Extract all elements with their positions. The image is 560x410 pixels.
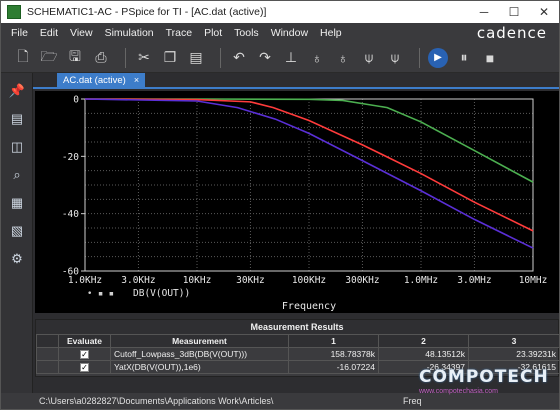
x-tick-label: 300KHz <box>345 275 379 286</box>
document-icon[interactable]: ▤ <box>7 109 27 129</box>
row-handle-header <box>36 334 59 348</box>
menu-file[interactable]: File <box>11 27 28 39</box>
x-tick-label: 1.0KHz <box>68 275 102 286</box>
menu-help[interactable]: Help <box>320 27 342 39</box>
col-evaluate: Evaluate <box>58 334 111 348</box>
col-2: 2 <box>378 334 469 348</box>
paste-icon[interactable]: ▤ <box>186 47 206 69</box>
document-tabs: AC.dat (active) × <box>33 73 559 89</box>
close-button[interactable]: ✕ <box>529 1 559 23</box>
measurement-cell[interactable]: Cutoff_Lowpass_3dB(DB(V(OUT))) <box>110 347 289 361</box>
evaluate-cell: ✓ <box>58 360 111 374</box>
x-tick-label: 3.0KHz <box>121 275 155 286</box>
x-tick-label: 100KHz <box>292 275 326 286</box>
toolbar-separator <box>220 47 221 68</box>
copy-icon[interactable]: ❐ <box>160 47 180 69</box>
undo-icon[interactable]: ↶ <box>229 47 249 69</box>
tab-close-icon[interactable]: × <box>134 75 139 85</box>
y-tick-label: -20 <box>62 152 79 163</box>
marker2-icon[interactable]: ♁ <box>333 47 353 69</box>
x-tick-label: 3.0MHz <box>457 275 491 286</box>
watermark: COMPOTECH www.compotechasia.com <box>419 367 559 407</box>
menu-view[interactable]: View <box>70 27 93 39</box>
col-1: 1 <box>288 334 379 348</box>
x-axis-label: Frequency <box>282 301 336 312</box>
new-file-icon[interactable]: 🗋 <box>13 47 33 69</box>
value-cell: 48.13512k <box>378 347 469 361</box>
toolbar: 🗋 🗁 🖫 ⎙ ✂ ❐ ▤ ↶ ↷ ⊥ ♁ ♁ ⍦ ⍦ ▶ ⏸ ■ <box>1 43 559 73</box>
settings-icon[interactable]: ⚙ <box>7 249 27 269</box>
app-window: SCHEMATIC1-AC - PSpice for TI - [AC.dat … <box>0 0 560 410</box>
menu-simulation[interactable]: Simulation <box>105 27 154 39</box>
watermark-logo: COMPOTECH <box>419 367 549 387</box>
evaluate-cell: ✓ <box>58 347 111 361</box>
redo-icon[interactable]: ↷ <box>255 47 275 69</box>
chart2-icon[interactable]: ▧ <box>7 221 27 241</box>
col-measurement: Measurement <box>110 334 289 348</box>
results-title: Measurement Results <box>36 320 558 334</box>
marker-icon[interactable]: ♁ <box>307 47 327 69</box>
menu-plot[interactable]: Plot <box>204 27 222 39</box>
legend-label: DB(V(OUT)) <box>133 288 190 299</box>
watermark-url: www.compotechasia.com <box>419 388 498 395</box>
value-cell: 158.78378k <box>288 347 379 361</box>
open-folder-icon[interactable]: 🗁 <box>39 47 59 69</box>
pin-icon[interactable]: 📌 <box>7 81 27 101</box>
minimize-button[interactable]: ─ <box>469 1 499 23</box>
marker4-icon[interactable]: ⍦ <box>385 47 405 69</box>
x-tick-label: 1.0MHz <box>404 275 438 286</box>
row-handle[interactable] <box>36 347 59 361</box>
series-line <box>84 98 534 232</box>
evaluate-checkbox[interactable]: ✓ <box>80 363 89 372</box>
y-tick-label: -40 <box>62 209 79 220</box>
toolbar-separator <box>125 47 126 68</box>
bode-plot: 0-20-40-601.0KHz 3.0KHz 10KHz 30KHz 100KHz 30… <box>62 95 548 313</box>
menu-window[interactable]: Window <box>271 27 308 39</box>
legend-markers: • ▪ ▪ <box>87 289 114 299</box>
print-icon[interactable]: ⎙ <box>91 47 111 69</box>
probe-icon[interactable]: ⊥ <box>281 47 301 69</box>
tab-ac-dat[interactable]: AC.dat (active) × <box>57 73 146 87</box>
measurement-cell[interactable]: YatX(DB(V(OUT)),1e6) <box>110 360 289 374</box>
x-tick-label: 10KHz <box>183 275 212 286</box>
menu-tools[interactable]: Tools <box>234 27 259 39</box>
tab-label: AC.dat (active) <box>63 74 126 86</box>
value-cell: -16.07224 <box>288 360 379 374</box>
row-handle[interactable] <box>36 360 59 374</box>
window-controls: ─ ☐ ✕ <box>469 1 559 23</box>
cadence-logo: cadence <box>476 24 547 42</box>
save-icon[interactable]: 🖫 <box>65 47 85 69</box>
x-tick-label: 10MHz <box>519 275 548 286</box>
menu-edit[interactable]: Edit <box>40 27 58 39</box>
pause-icon[interactable]: ⏸ <box>454 47 474 69</box>
chart-icon[interactable]: ▦ <box>7 193 27 213</box>
menu-trace[interactable]: Trace <box>166 27 192 39</box>
table-row[interactable]: ✓ Cutoff_Lowpass_3dB(DB(V(OUT))) 158.783… <box>36 347 560 361</box>
evaluate-checkbox[interactable]: ✓ <box>80 350 89 359</box>
toolbar-separator <box>419 47 420 68</box>
status-path: C:\Users\a0282827\Documents\Applications… <box>39 396 274 406</box>
results-header-row: Evaluate Measurement 1 2 3 <box>36 334 560 348</box>
stop-icon[interactable]: ■ <box>480 47 500 69</box>
measure-icon[interactable]: ◫ <box>7 137 27 157</box>
zoom-icon[interactable]: ⌕ <box>7 165 27 185</box>
col-3: 3 <box>468 334 560 348</box>
maximize-button[interactable]: ☐ <box>499 1 529 23</box>
marker3-icon[interactable]: ⍦ <box>359 47 379 69</box>
run-icon[interactable]: ▶ <box>428 47 448 68</box>
menu-bar: File Edit View Simulation Trace Plot Too… <box>1 23 559 43</box>
cut-icon[interactable]: ✂ <box>134 47 154 69</box>
plot-frame <box>84 98 534 272</box>
title-bar: SCHEMATIC1-AC - PSpice for TI - [AC.dat … <box>1 1 559 23</box>
plot-area[interactable]: 0 -20 -40 -60 1.0KHz 3.0KHz 10KHz 30KHz 100KHz 30… <box>35 91 559 313</box>
left-sidebar: 📌 ▤ ◫ ⌕ ▦ ▧ ⚙ <box>1 73 33 393</box>
app-icon <box>7 5 21 19</box>
window-title: SCHEMATIC1-AC - PSpice for TI - [AC.dat … <box>27 6 267 18</box>
y-tick-label: 0 <box>73 95 79 106</box>
value-cell: 23.39231k <box>468 347 560 361</box>
x-tick-label: 30KHz <box>236 275 265 286</box>
